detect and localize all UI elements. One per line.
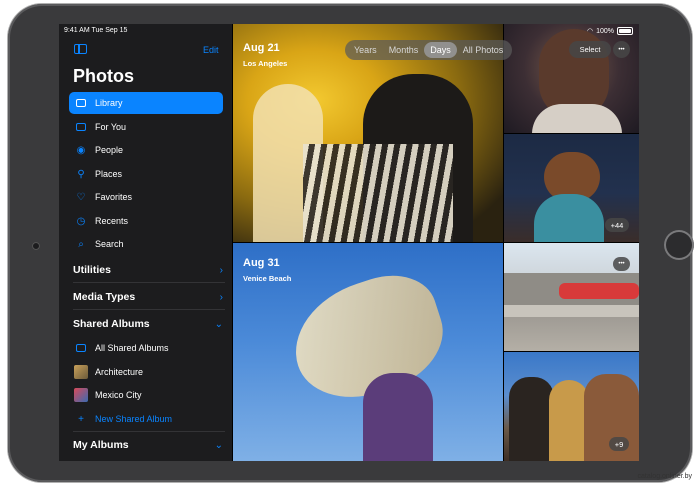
home-button[interactable] — [664, 230, 694, 260]
section-media-types[interactable]: Media Types › — [73, 291, 223, 303]
section-label: Shared Albums — [73, 318, 150, 330]
people-icon: ◉ — [76, 144, 86, 156]
sidebar-item-all-shared-albums[interactable]: All Shared Albums — [69, 337, 223, 359]
section-label: My Albums — [73, 439, 129, 451]
more-photos-count[interactable]: +44 — [605, 218, 629, 232]
photo-tile[interactable]: Aug 31 Venice Beach — [233, 243, 503, 461]
segment-all-photos[interactable]: All Photos — [457, 42, 510, 58]
plus-icon: + — [78, 413, 84, 425]
wifi-icon: ◠ — [586, 28, 594, 35]
sidebar-item-favorites[interactable]: ♡ Favorites — [69, 186, 223, 208]
chevron-right-icon: › — [219, 291, 223, 303]
sidebar-item-library[interactable]: Library — [69, 92, 223, 114]
new-shared-album-label: New Shared Album — [95, 414, 173, 424]
sidebar-item-label: Recents — [95, 216, 129, 226]
sidebar-item-search[interactable]: ⌕ Search — [69, 233, 223, 255]
divider — [73, 431, 225, 432]
battery-icon — [617, 27, 633, 35]
sidebar-item-mexico-city[interactable]: Mexico City — [69, 384, 223, 406]
new-shared-album-button[interactable]: + New Shared Album — [69, 408, 223, 430]
sidebar-item-for-you[interactable]: For You — [69, 116, 223, 138]
more-icon[interactable]: ••• — [613, 257, 630, 271]
segment-days[interactable]: Days — [424, 42, 457, 58]
segment-months[interactable]: Months — [383, 42, 425, 58]
edit-button[interactable]: Edit — [203, 45, 219, 55]
album-thumbnail — [74, 388, 88, 402]
sidebar-item-recents[interactable]: ◷ Recents — [69, 210, 223, 232]
segment-years[interactable]: Years — [348, 42, 383, 58]
sidebar-item-places[interactable]: ⚲ Places — [69, 163, 223, 185]
sidebar-item-label: Mexico City — [95, 390, 142, 400]
section-label: Utilities — [73, 264, 111, 276]
group-place: Venice Beach — [243, 274, 292, 283]
section-my-albums[interactable]: My Albums ⌄ — [73, 439, 223, 451]
sidebar-item-label: Favorites — [95, 192, 133, 202]
page-title: Photos — [73, 66, 134, 86]
sidebar-item-label: All Shared Albums — [95, 343, 169, 353]
select-button[interactable]: Select — [569, 41, 611, 58]
sidebar-item-label: Library — [95, 98, 123, 108]
sidebar-toggle-icon[interactable] — [74, 44, 87, 54]
heart-icon: ♡ — [76, 191, 86, 203]
group-date: Aug 21 — [243, 42, 280, 54]
sidebar-item-label: For You — [95, 122, 127, 132]
chevron-down-icon: ⌄ — [214, 439, 223, 451]
front-camera — [32, 242, 40, 250]
section-label: Media Types — [73, 291, 136, 303]
sidebar-item-architecture[interactable]: Architecture — [69, 361, 223, 383]
section-shared-albums[interactable]: Shared Albums ⌄ — [73, 318, 223, 330]
group-date: Aug 31 — [243, 257, 280, 269]
battery-percent: 100% — [596, 27, 614, 35]
clock-icon: ◷ — [76, 215, 86, 227]
watermark: catalog.onliner.by — [637, 473, 692, 480]
shared-albums-icon — [74, 341, 88, 355]
status-bar: 9:41 AM Tue Sep 15 ◠ 100% — [59, 24, 639, 38]
sidebar-item-label: Places — [95, 169, 123, 179]
sidebar-item-label: Search — [95, 239, 124, 249]
chevron-right-icon: › — [219, 264, 223, 276]
for-you-icon — [74, 120, 88, 134]
divider — [73, 282, 225, 283]
places-icon: ⚲ — [77, 168, 85, 180]
view-segmented-control: Years Months Days All Photos — [345, 40, 513, 60]
divider — [73, 309, 225, 310]
group-place: Los Angeles — [243, 59, 288, 68]
more-icon[interactable]: ••• — [613, 41, 630, 58]
more-photos-count[interactable]: +9 — [609, 437, 629, 451]
sidebar-item-label: People — [95, 145, 124, 155]
sidebar-item-people[interactable]: ◉ People — [69, 139, 223, 161]
search-icon: ⌕ — [78, 238, 84, 250]
sidebar: Edit Photos Library For You ◉ People ⚲ P… — [59, 24, 232, 461]
section-utilities[interactable]: Utilities › — [73, 264, 223, 276]
album-thumbnail — [74, 365, 88, 379]
photo-tile[interactable]: +9 — [504, 352, 639, 461]
status-time: 9:41 AM Tue Sep 15 — [64, 27, 128, 34]
chevron-down-icon: ⌄ — [214, 318, 223, 330]
screen: 9:41 AM Tue Sep 15 ◠ 100% Edit Photos Li… — [59, 24, 639, 461]
photo-tile[interactable]: +44 — [504, 134, 639, 242]
library-icon — [74, 96, 88, 110]
sidebar-item-label: Architecture — [95, 367, 144, 377]
